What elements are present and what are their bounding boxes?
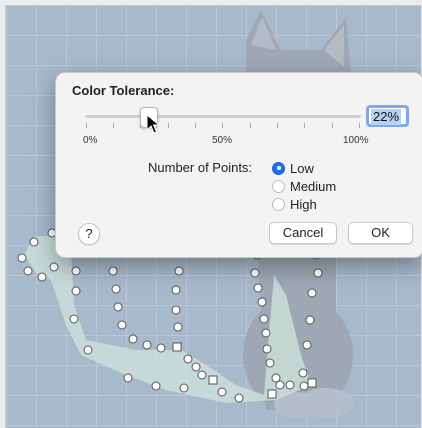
slider-tick bbox=[113, 123, 114, 128]
number-of-points-label: Number of Points: bbox=[148, 160, 253, 175]
points-option-high[interactable]: High bbox=[272, 195, 317, 213]
slider-tick bbox=[250, 123, 251, 128]
radio-selected-icon[interactable] bbox=[272, 161, 285, 175]
points-option-low[interactable]: Low bbox=[272, 159, 314, 177]
dialog-title: Color Tolerance: bbox=[72, 83, 175, 98]
points-option-label: Medium bbox=[290, 178, 337, 194]
radio-unselected-icon[interactable] bbox=[272, 179, 285, 193]
ok-button[interactable]: OK bbox=[348, 222, 413, 244]
tolerance-slider-track[interactable] bbox=[85, 115, 361, 118]
tolerance-value-field[interactable]: 22% bbox=[366, 105, 409, 127]
color-tolerance-dialog: Color Tolerance: 0% 50% 100% 22% Number … bbox=[55, 72, 422, 258]
slider-tick bbox=[168, 123, 169, 128]
radio-unselected-icon[interactable] bbox=[272, 197, 285, 211]
points-option-label: Low bbox=[290, 160, 314, 176]
points-option-medium[interactable]: Medium bbox=[272, 177, 336, 195]
slider-tick bbox=[86, 123, 87, 128]
slider-min-label: 0% bbox=[83, 135, 98, 146]
tolerance-value-text: 22% bbox=[371, 109, 402, 125]
slider-tick bbox=[277, 123, 278, 128]
points-option-label: High bbox=[290, 196, 317, 212]
slider-tick bbox=[222, 123, 223, 128]
slider-tick bbox=[359, 123, 360, 128]
slider-mid-label: 50% bbox=[212, 135, 233, 146]
slider-tick bbox=[332, 123, 333, 128]
slider-tick bbox=[195, 123, 196, 128]
slider-max-label: 100% bbox=[343, 135, 369, 146]
arrow-cursor-icon bbox=[146, 114, 160, 134]
cancel-button[interactable]: Cancel bbox=[269, 222, 337, 244]
help-button[interactable]: ? bbox=[78, 223, 100, 245]
slider-tick bbox=[304, 123, 305, 128]
